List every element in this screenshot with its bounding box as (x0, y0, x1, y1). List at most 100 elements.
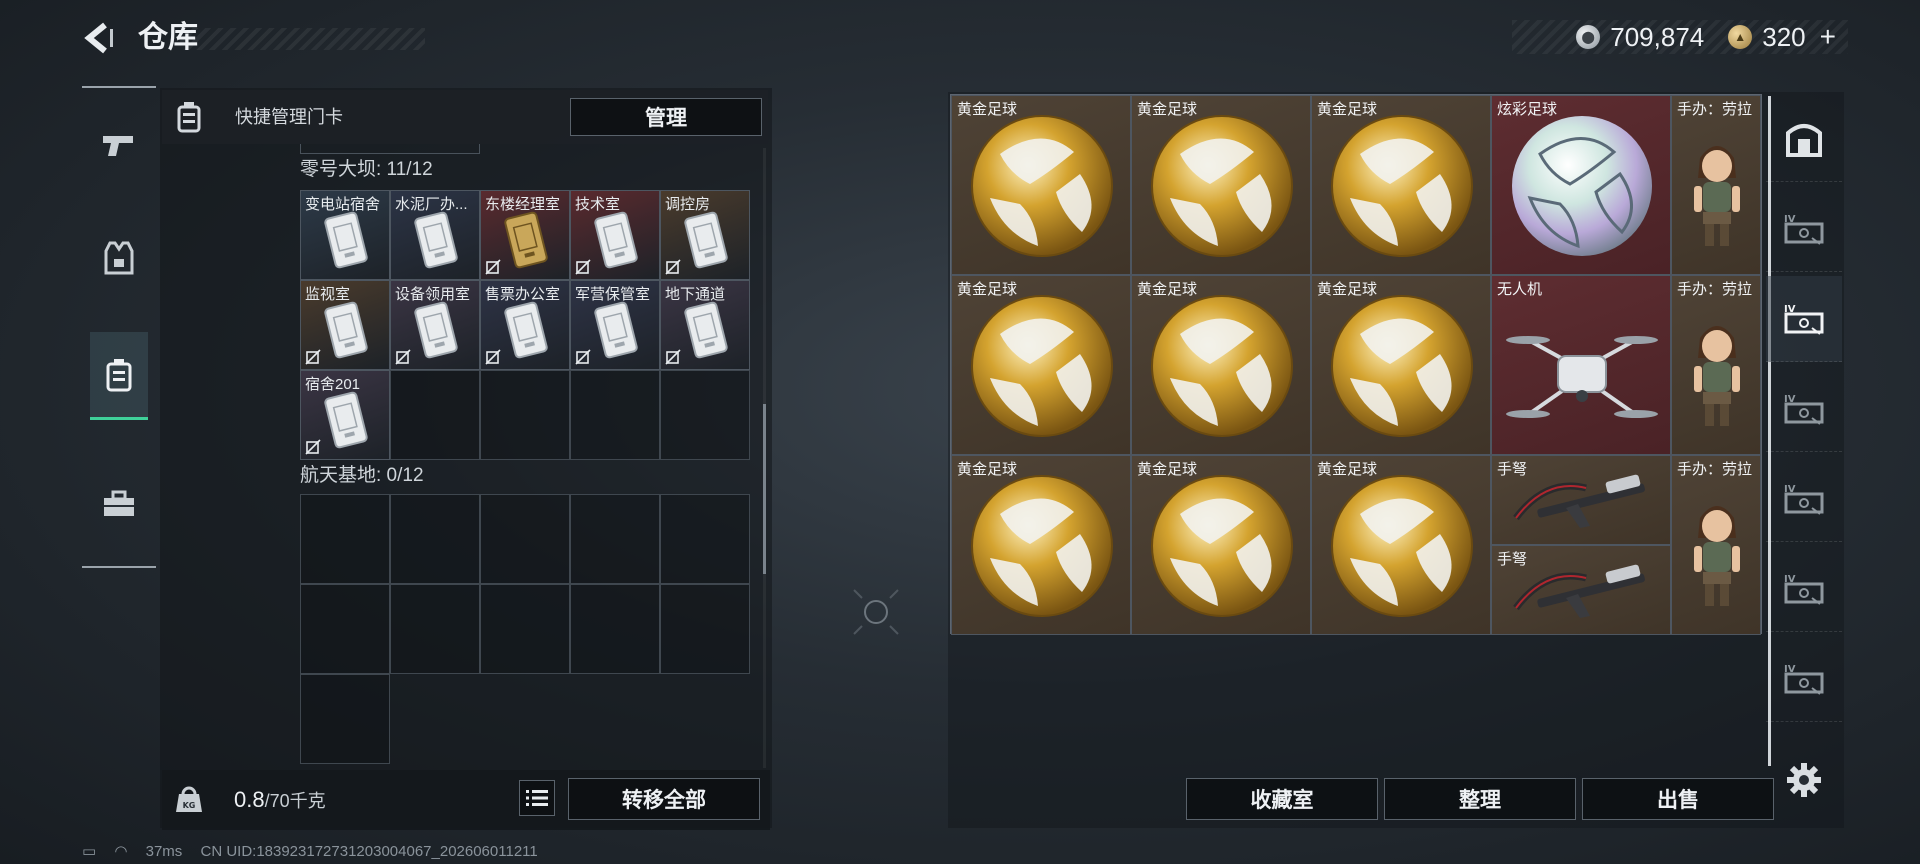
currency-bar: ⬤ 709,874 ▲ 320 + (1512, 20, 1848, 54)
container-tab[interactable]: IV (1766, 636, 1842, 722)
list-view-button[interactable] (519, 780, 555, 816)
dam-keycard-grid: 变电站宿舍 水泥厂办... 东楼经理室 技术室 调控房 监视室 设备领用室 售票… (300, 190, 752, 462)
page-title: 仓库 (138, 21, 198, 54)
keycard-slot[interactable]: 售票办公室 (480, 280, 570, 370)
transfer-all-button[interactable]: 转移全部 (568, 778, 760, 820)
gold-ball-image (971, 295, 1113, 437)
unbound-icon (575, 349, 591, 365)
stash-item-crossbow[interactable]: 手弩 (1491, 455, 1671, 545)
keycard-slot[interactable]: 军营保管室 (570, 280, 660, 370)
weight-readout: 0.8/70千克 (234, 787, 326, 813)
rail-tab-keycards[interactable] (90, 332, 148, 420)
stash-item-drone[interactable]: 无人机 (1491, 275, 1671, 455)
rail-tab-tools[interactable] (90, 460, 148, 548)
stash-item-label: 黄金足球 (1317, 461, 1378, 478)
stash-item-label: 黄金足球 (1317, 281, 1378, 298)
keycard-image (594, 301, 638, 359)
empty-keycard-slot[interactable] (480, 584, 570, 674)
empty-keycard-slot[interactable] (570, 494, 660, 584)
unbound-icon (575, 259, 591, 275)
keycard-slot[interactable]: 监视室 (300, 280, 390, 370)
container-iv-icon: IV (1784, 304, 1824, 335)
keycard-slot[interactable]: 宿舍201 (300, 370, 390, 460)
empty-keycard-slot[interactable] (660, 584, 750, 674)
sell-button[interactable]: 出售 (1582, 778, 1774, 820)
stash-grid: 黄金足球 黄金足球 黄金足球 炫彩足球 手办：劳拉 黄金足球 黄金足球 黄金足球… (950, 94, 1762, 635)
stash-item-gold-ball[interactable]: 黄金足球 (951, 275, 1131, 455)
stash-item-label: 黄金足球 (1137, 281, 1198, 298)
empty-keycard-slot[interactable] (660, 370, 750, 460)
unbound-icon (305, 439, 321, 455)
back-button[interactable] (80, 18, 120, 58)
empty-keycard-slot[interactable] (300, 674, 390, 764)
keycard-slot[interactable]: 调控房 (660, 190, 750, 280)
stash-item-gold-ball[interactable]: 黄金足球 (1311, 275, 1491, 455)
add-currency-button[interactable]: + (1820, 21, 1836, 53)
empty-keycard-slot[interactable] (480, 494, 570, 584)
stash-item-label: 黄金足球 (957, 281, 1018, 298)
section-title-dam: 零号大坝: 11/12 (300, 159, 433, 180)
settings-button[interactable] (1786, 762, 1822, 798)
stash-item-figure[interactable]: 手办：劳拉 (1671, 275, 1761, 455)
stash-item-gold-ball[interactable]: 黄金足球 (1311, 95, 1491, 275)
stash-item-label: 黄金足球 (957, 101, 1018, 118)
keycard-slot[interactable]: 东楼经理室 (480, 190, 570, 280)
gold-coin-icon: ▲ (1728, 25, 1753, 49)
empty-keycard-slot[interactable] (390, 584, 480, 674)
unbound-icon (665, 259, 681, 275)
stash-item-gold-ball[interactable]: 黄金足球 (1131, 455, 1311, 635)
gold-ball-image (971, 115, 1113, 257)
gold-ball-image (1151, 295, 1293, 437)
gold-ball-image (971, 475, 1113, 617)
keycard-slot[interactable]: 水泥厂办... (390, 190, 480, 280)
empty-keycard-slot[interactable] (660, 494, 750, 584)
battery-icon: ▭ (82, 843, 97, 860)
unbound-icon (395, 349, 411, 365)
container-iv-icon: IV (1784, 484, 1824, 515)
rail-tab-armor[interactable] (90, 214, 148, 302)
rail-tab-weapons[interactable] (90, 102, 148, 190)
empty-keycard-slot[interactable] (300, 584, 390, 674)
container-tab[interactable]: IV (1766, 546, 1842, 632)
container-tab[interactable]: IV (1766, 276, 1842, 362)
keycard-image (504, 301, 548, 359)
keycard-image (684, 211, 728, 269)
empty-keycard-slot[interactable] (480, 370, 570, 460)
empty-keycard-slot[interactable] (300, 494, 390, 584)
weight-max: /70千克 (264, 791, 326, 811)
keycard-image (414, 211, 458, 269)
empty-keycard-slot[interactable] (390, 370, 480, 460)
iridescent-ball-image (1512, 116, 1652, 256)
container-tab[interactable] (1766, 96, 1842, 182)
stash-item-figure[interactable]: 手办：劳拉 (1671, 95, 1761, 275)
keycard-image (594, 211, 638, 269)
empty-keycard-slot[interactable] (390, 494, 480, 584)
collection-room-button[interactable]: 收藏室 (1186, 778, 1378, 820)
manage-button[interactable]: 管理 (570, 98, 762, 136)
stash-item-label: 无人机 (1497, 281, 1543, 298)
keycard-slot[interactable]: 变电站宿舍 (300, 190, 390, 280)
keycard-slot[interactable]: 设备领用室 (390, 280, 480, 370)
empty-keycard-slot[interactable] (570, 584, 660, 674)
keycard-scroll-thumb[interactable] (763, 404, 766, 574)
stash-item-gold-ball[interactable]: 黄金足球 (1311, 455, 1491, 635)
vault-icon (1786, 123, 1822, 157)
stash-item-iridescent-ball[interactable]: 炫彩足球 (1491, 95, 1671, 275)
stash-item-crossbow[interactable]: 手弩 (1491, 545, 1671, 635)
stash-item-gold-ball[interactable]: 黄金足球 (951, 95, 1131, 275)
container-tab[interactable]: IV (1766, 456, 1842, 542)
keycard-slot[interactable]: 技术室 (570, 190, 660, 280)
stash-item-gold-ball[interactable]: 黄金足球 (1131, 275, 1311, 455)
stash-item-gold-ball[interactable]: 黄金足球 (951, 455, 1131, 635)
keycard-slot[interactable]: 地下通道 (660, 280, 750, 370)
stash-item-label: 手办：劳拉 (1677, 101, 1753, 118)
drone-image (1506, 336, 1658, 418)
organize-button[interactable]: 整理 (1384, 778, 1576, 820)
stash-item-figure[interactable]: 手办：劳拉 (1671, 455, 1761, 635)
back-arrow-icon (84, 22, 113, 54)
empty-keycard-slot[interactable] (570, 370, 660, 460)
container-tab[interactable]: IV (1766, 366, 1842, 452)
container-tab[interactable]: IV (1766, 186, 1842, 272)
container-iv-icon: IV (1784, 664, 1824, 695)
stash-item-gold-ball[interactable]: 黄金足球 (1131, 95, 1311, 275)
